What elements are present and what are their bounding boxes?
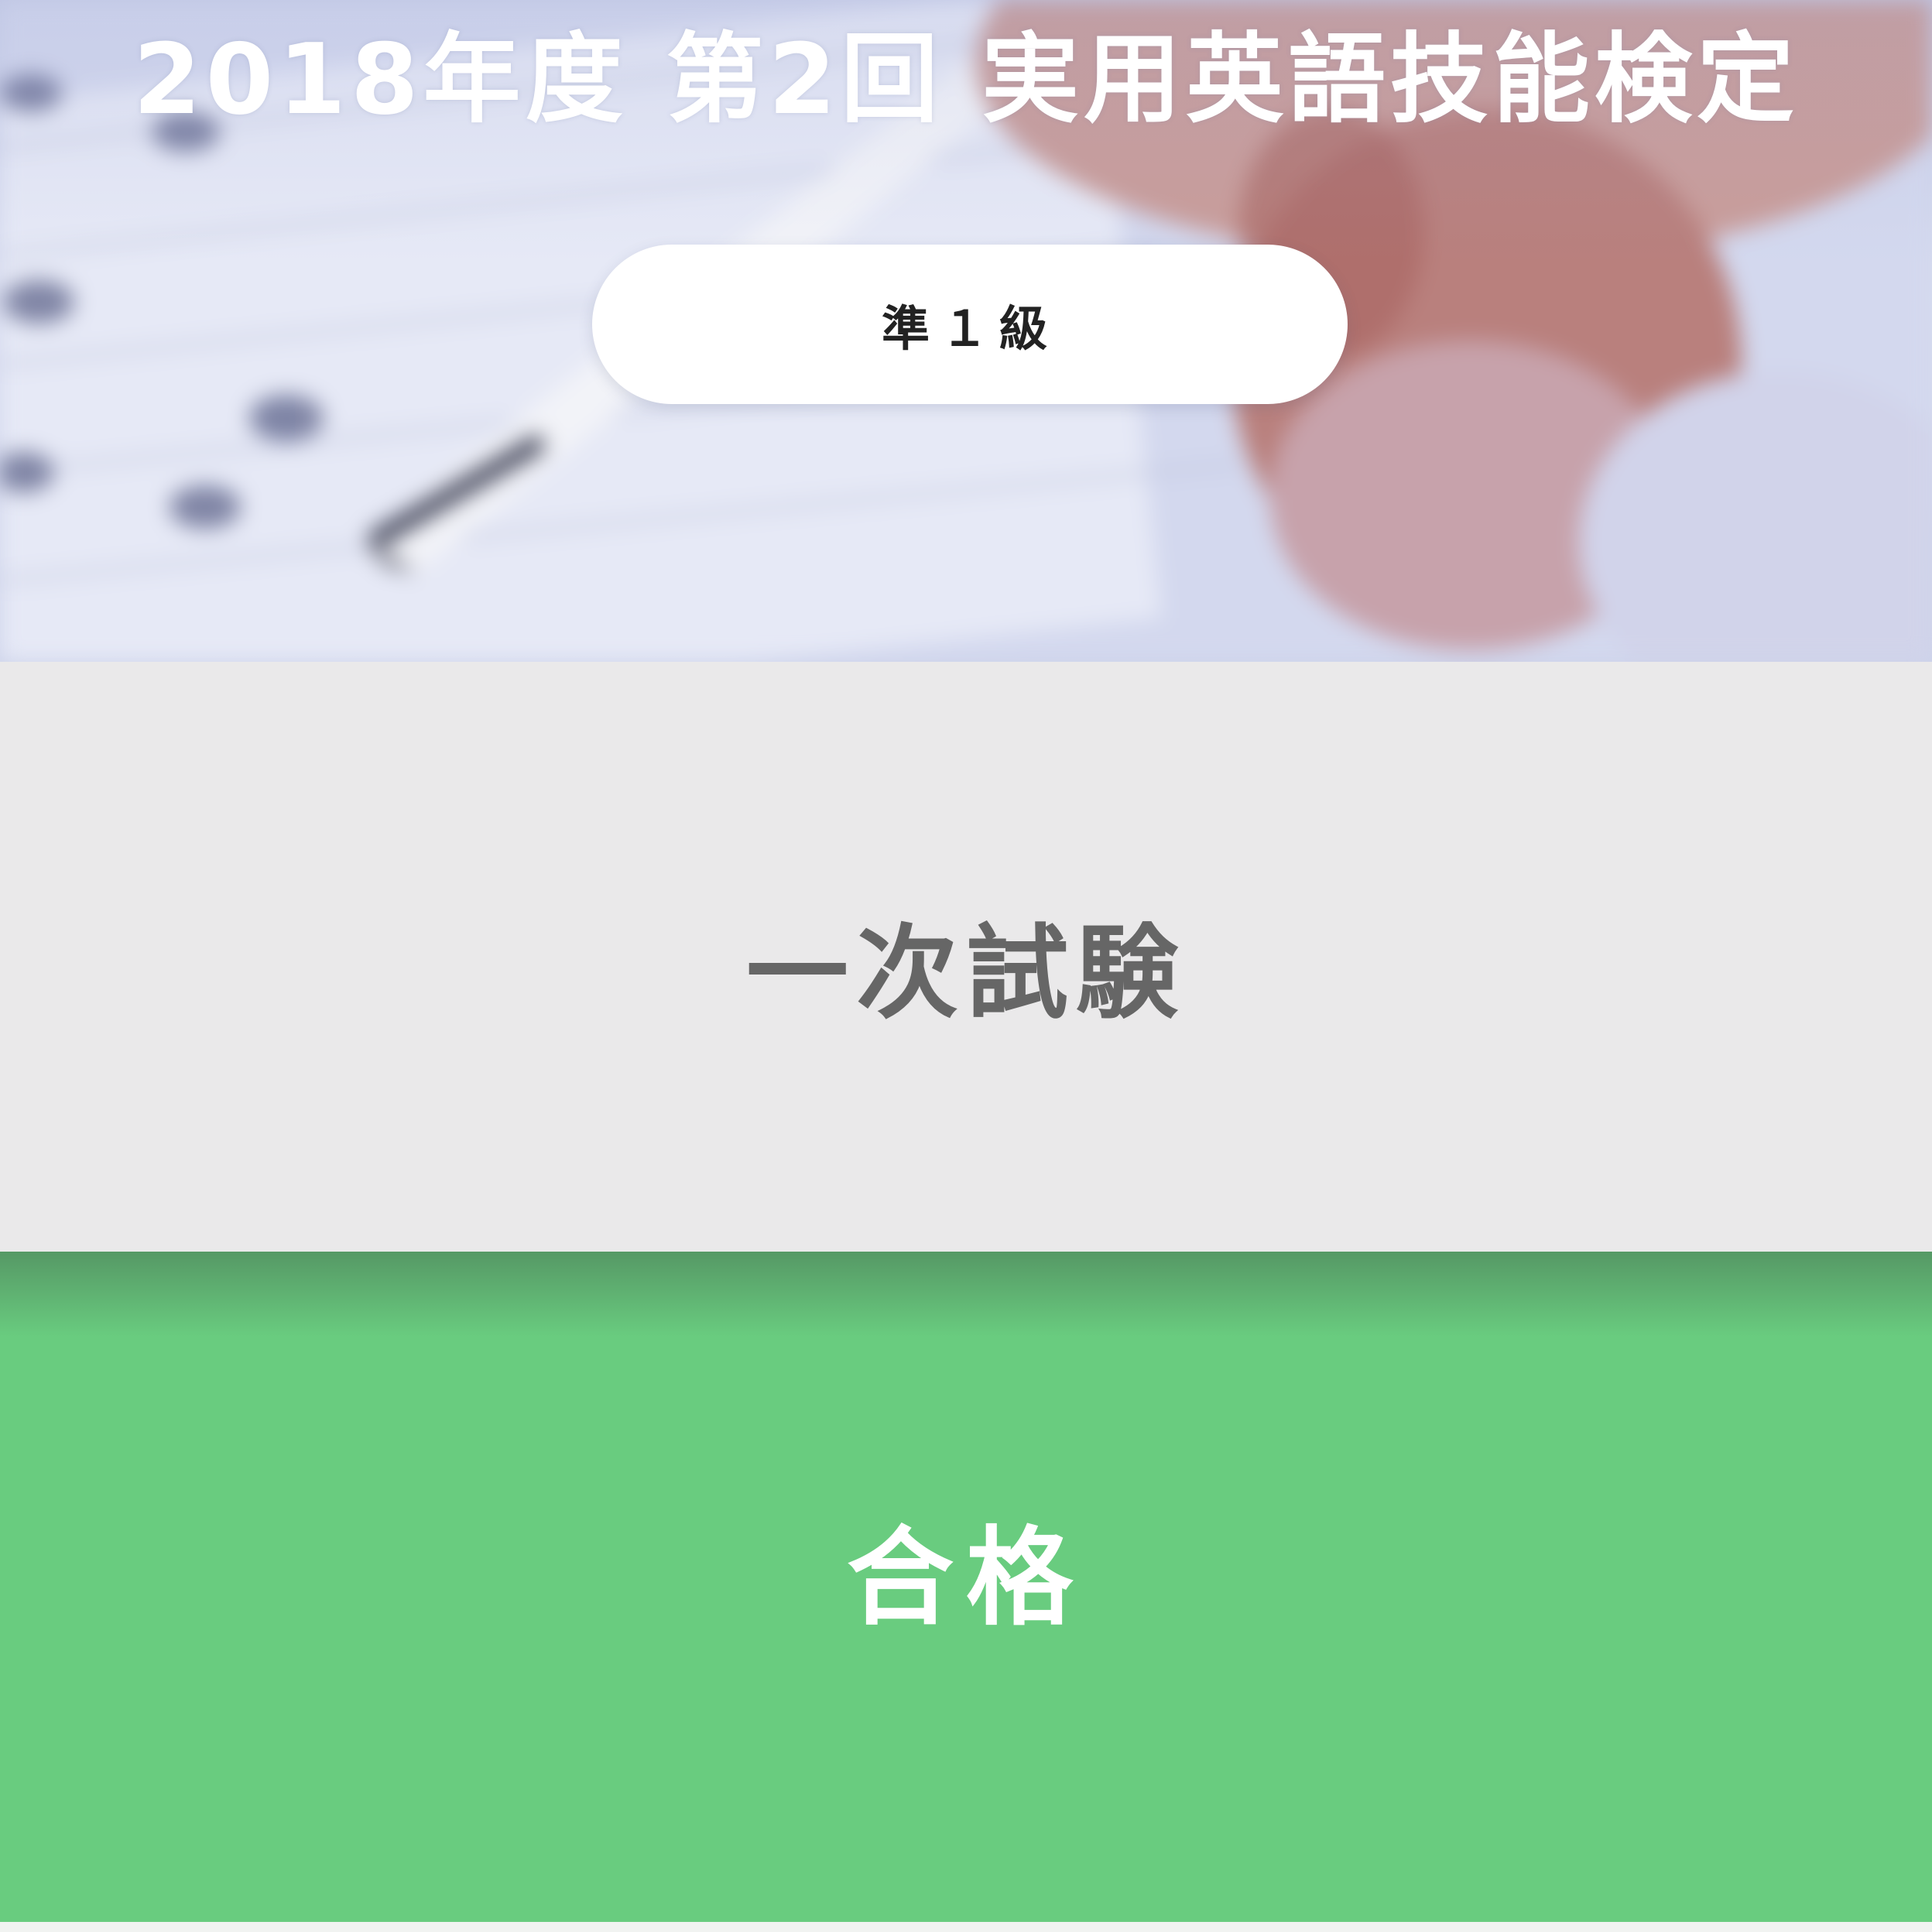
- exam-stage-section: 一次試験: [0, 662, 1932, 1252]
- grade-button[interactable]: 準１級: [592, 245, 1348, 404]
- page-title: 2018年度 第2回 実用英語技能検定: [132, 22, 1800, 136]
- section-shadow: [0, 1252, 1932, 1337]
- grade-label: 準１級: [881, 300, 1058, 357]
- result-status-label: 合格: [846, 1516, 1085, 1640]
- hero-banner: 2018年度 第2回 実用英語技能検定 準１級: [0, 0, 1932, 662]
- result-page: 2018年度 第2回 実用英語技能検定 準１級 一次試験 合格: [0, 0, 1932, 1932]
- exam-stage-label: 一次試験: [746, 913, 1186, 1033]
- result-section: 合格: [0, 1252, 1932, 1922]
- bottom-divider: [0, 1922, 1932, 1932]
